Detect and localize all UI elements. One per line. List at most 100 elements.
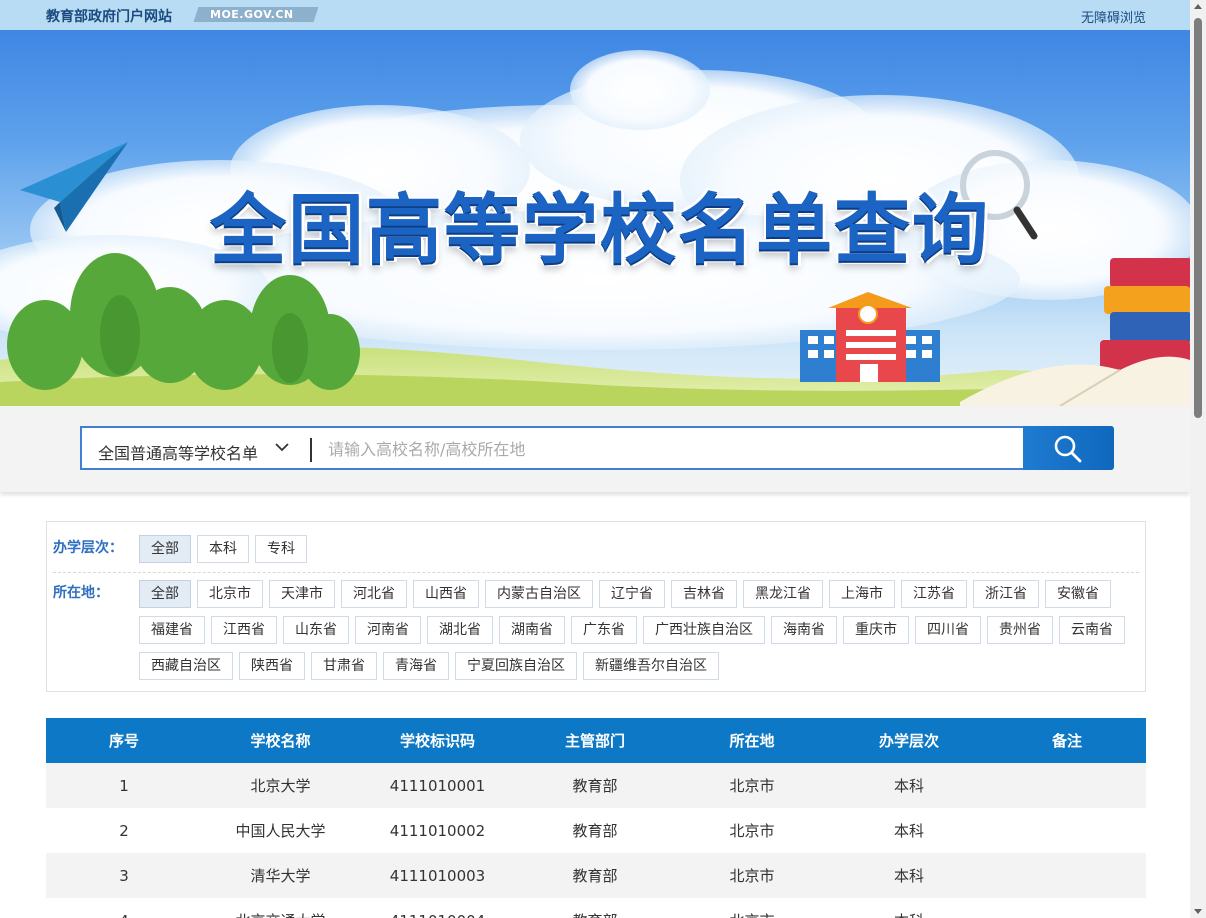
location-filter-chip[interactable]: 江西省 — [211, 616, 277, 644]
table-cell: 本科 — [830, 763, 988, 808]
location-filter-chip[interactable]: 四川省 — [915, 616, 981, 644]
table-cell: 4 — [46, 898, 202, 918]
location-filter-chip[interactable]: 浙江省 — [973, 580, 1039, 608]
table-cell — [988, 898, 1146, 918]
table-cell[interactable]: 中国人民大学 — [202, 808, 359, 853]
location-filter-label: 所在地： — [53, 585, 109, 601]
location-filter-chip[interactable]: 新疆维吾尔自治区 — [583, 652, 719, 680]
table-cell: 教育部 — [516, 808, 674, 853]
table-cell: 教育部 — [516, 763, 674, 808]
location-filter-chip[interactable]: 山东省 — [283, 616, 349, 644]
location-filter-chip[interactable]: 青海省 — [383, 652, 449, 680]
location-filter-chip[interactable]: 广东省 — [571, 616, 637, 644]
filter-panel: 办学层次： 全部 本科 专科 所在地： 全部 北京市 天津市 河北省 山西省 内蒙古自治区 辽宁… — [46, 521, 1146, 692]
location-filter-chip[interactable]: 河北省 — [341, 580, 407, 608]
site-name-link[interactable]: 教育部政府门户网站 — [46, 6, 172, 26]
table-cell: 4111010003 — [359, 853, 516, 898]
location-filter-chip[interactable]: 北京市 — [197, 580, 263, 608]
school-table: 序号 学校名称 学校标识码 主管部门 所在地 办学层次 备注 1 北京大学 4111010001… — [46, 718, 1146, 918]
location-filter-chip[interactable]: 湖北省 — [427, 616, 493, 644]
location-filter-chip[interactable]: 内蒙古自治区 — [485, 580, 593, 608]
table-cell — [988, 853, 1146, 898]
table-cell — [988, 763, 1146, 808]
location-filter-options: 全部 北京市 天津市 河北省 山西省 内蒙古自治区 辽宁省 吉林省 黑龙江省 上海市 江苏省 浙江省安… — [139, 580, 1139, 680]
level-filter-chip[interactable]: 全部 — [139, 535, 191, 563]
scroll-down-arrow-icon[interactable] — [1194, 909, 1202, 914]
table-cell: 4111010004 — [359, 898, 516, 918]
table-cell: 3 — [46, 853, 202, 898]
scroll-thumb[interactable] — [1194, 18, 1202, 418]
level-filter-options: 全部 本科 专科 — [139, 535, 1139, 563]
search-icon — [1054, 435, 1082, 463]
location-filter-chip[interactable]: 上海市 — [829, 580, 895, 608]
location-filter-chip[interactable]: 贵州省 — [987, 616, 1053, 644]
level-filter-label: 办学层次： — [53, 540, 123, 556]
level-filter-chip[interactable]: 本科 — [197, 535, 249, 563]
table-row: 4北京交通大学4111010004教育部北京市本科 — [46, 898, 1146, 918]
location-filter-chip[interactable]: 广西壮族自治区 — [643, 616, 765, 644]
table-row: 2 中国人民大学 4111010002 教育部 北京市 本科 — [46, 808, 1146, 853]
table-cell[interactable]: 北京交通大学 — [202, 898, 359, 918]
location-filter-chip[interactable]: 宁夏回族自治区 — [455, 652, 577, 680]
location-filter-chip[interactable]: 吉林省 — [671, 580, 737, 608]
table-row: 1 北京大学 4111010001 教育部 北京市 本科 — [46, 763, 1146, 808]
location-filter-chip[interactable]: 云南省 — [1059, 616, 1125, 644]
location-filter-chip[interactable]: 黑龙江省 — [743, 580, 823, 608]
chevron-down-icon[interactable] — [275, 440, 289, 454]
table-cell: 北京市 — [674, 763, 830, 808]
location-filter-chip[interactable]: 辽宁省 — [599, 580, 665, 608]
column-header: 所在地 — [674, 718, 830, 763]
search-button[interactable] — [1023, 426, 1114, 470]
table-cell: 北京市 — [674, 898, 830, 918]
search-box: 全国普通高等学校名单 — [80, 426, 1024, 470]
table-cell: 北京市 — [674, 808, 830, 853]
domain-badge: MOE.GOV.CN — [193, 7, 319, 22]
table-cell — [988, 808, 1146, 853]
table-body: 1 北京大学 4111010001 教育部 北京市 本科 2 中国人民大学 4111010002… — [46, 763, 1146, 918]
location-filter-chip[interactable]: 天津市 — [269, 580, 335, 608]
column-header: 序号 — [46, 718, 202, 763]
column-header: 学校名称 — [202, 718, 359, 763]
location-filter-chip[interactable]: 河南省 — [355, 616, 421, 644]
table-cell: 教育部 — [516, 898, 674, 918]
location-filter-chip[interactable]: 甘肃省 — [311, 652, 377, 680]
banner-title: 全国高等学校名单查询 — [210, 185, 990, 274]
hero-banner: 全国高等学校名单查询 — [0, 30, 1190, 406]
table-cell: 本科 — [830, 898, 988, 918]
scope-select[interactable]: 全国普通高等学校名单 — [98, 440, 258, 464]
location-filter-chip[interactable]: 西藏自治区 — [139, 652, 233, 680]
column-header: 学校标识码 — [359, 718, 516, 763]
scroll-up-arrow-icon[interactable] — [1194, 4, 1202, 9]
domain-text: MOE.GOV.CN — [210, 8, 294, 21]
location-filter-chip[interactable]: 福建省 — [139, 616, 205, 644]
table-cell: 4111010002 — [359, 808, 516, 853]
search-input[interactable] — [328, 432, 1008, 466]
level-filter-chip[interactable]: 专科 — [255, 535, 307, 563]
location-filter-chip[interactable]: 重庆市 — [843, 616, 909, 644]
table-cell: 本科 — [830, 853, 988, 898]
search-strip: 全国普通高等学校名单 — [0, 406, 1190, 492]
table-header-row: 序号 学校名称 学校标识码 主管部门 所在地 办学层次 备注 — [46, 718, 1146, 763]
filter-divider — [53, 572, 1139, 573]
column-header: 主管部门 — [516, 718, 674, 763]
location-filter-chip[interactable]: 湖南省 — [499, 616, 565, 644]
location-filter-chip[interactable]: 安徽省 — [1045, 580, 1111, 608]
top-bar: 教育部政府门户网站 MOE.GOV.CN 无障碍浏览 — [0, 0, 1190, 30]
location-filter-chip[interactable]: 山西省 — [413, 580, 479, 608]
location-filter-chip[interactable]: 全部 — [139, 580, 191, 608]
table-cell: 本科 — [830, 808, 988, 853]
table-cell[interactable]: 北京大学 — [202, 763, 359, 808]
vertical-scrollbar[interactable] — [1190, 0, 1206, 918]
accessibility-link[interactable]: 无障碍浏览 — [1081, 7, 1146, 26]
location-filter-chip[interactable]: 海南省 — [771, 616, 837, 644]
table-row: 3 清华大学 4111010003 教育部 北京市 本科 — [46, 853, 1146, 898]
column-header: 备注 — [988, 718, 1146, 763]
table-cell: 4111010001 — [359, 763, 516, 808]
page: 教育部政府门户网站 MOE.GOV.CN 无障碍浏览 全国高等学校名单查询 全国… — [0, 0, 1190, 918]
search-divider — [310, 438, 312, 462]
table-cell: 2 — [46, 808, 202, 853]
location-filter-chip[interactable]: 陕西省 — [239, 652, 305, 680]
location-filter-chip[interactable]: 江苏省 — [901, 580, 967, 608]
column-header: 办学层次 — [830, 718, 988, 763]
table-cell[interactable]: 清华大学 — [202, 853, 359, 898]
